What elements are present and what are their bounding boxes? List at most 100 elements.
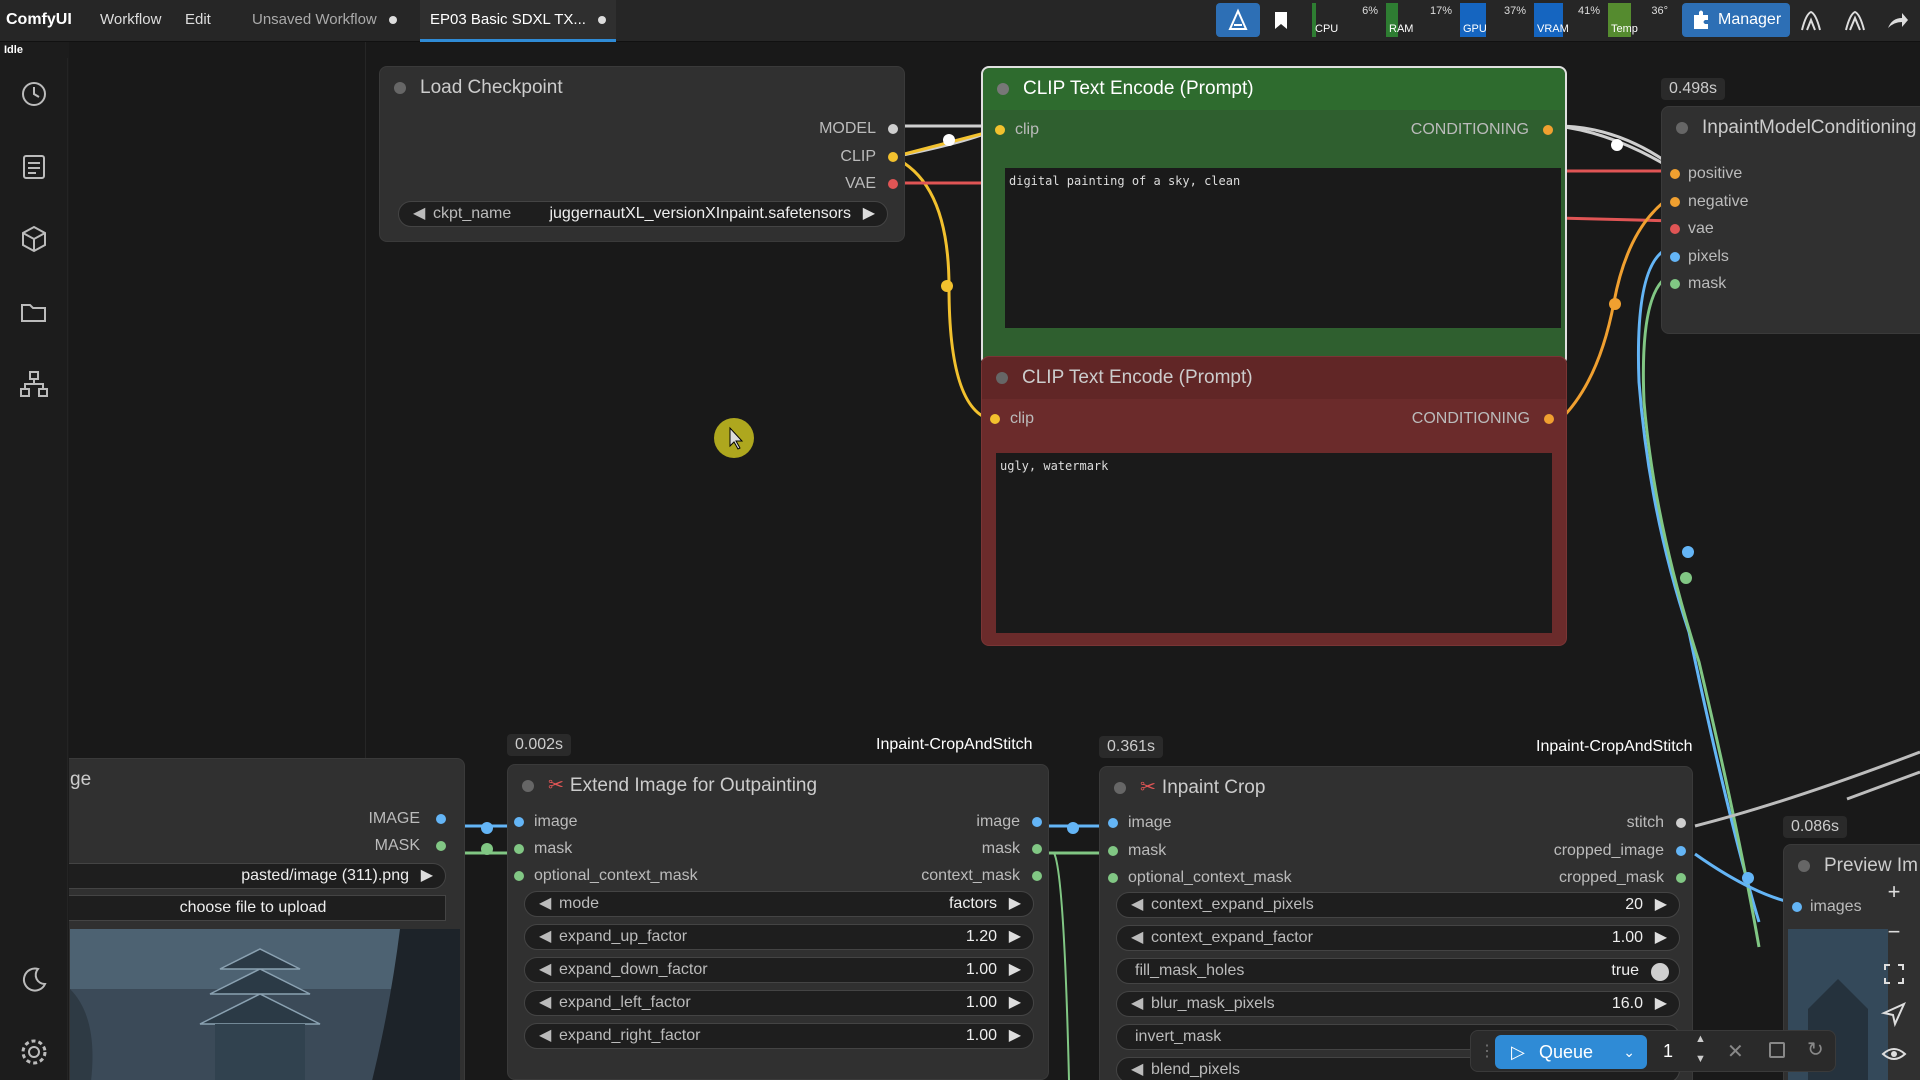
node-clip-negative[interactable]: CLIP Text Encode (Prompt) clip CONDITION… [981,356,1567,646]
input-context-mask-dot[interactable] [514,871,524,881]
tab-ep03-workflow[interactable]: EP03 Basic SDXL TX... [420,0,616,42]
visibility-icon[interactable] [1880,1040,1908,1068]
input-vae-dot[interactable] [1670,224,1680,234]
node-title[interactable]: ✂ Inpaint Crop [1100,767,1692,809]
tab-unsaved-workflow[interactable]: Unsaved Workflow [242,0,407,42]
decrement-icon[interactable]: ▼ [1695,1053,1706,1065]
input-pixels-dot[interactable] [1670,252,1680,262]
arrow-left-icon[interactable]: ◀ [1131,992,1143,1016]
arrow-left-icon[interactable]: ◀ [539,925,551,949]
model-library-icon[interactable] [18,223,50,255]
node-load-checkpoint[interactable]: Load Checkpoint MODEL CLIP VAE ◀ ckpt_na… [379,66,905,242]
output-cropped-mask-dot[interactable] [1676,873,1686,883]
queue-list-icon[interactable] [18,151,50,183]
menu-workflow[interactable]: Workflow [100,0,161,42]
menu-edit[interactable]: Edit [185,0,211,42]
arrow-left-icon[interactable]: ◀ [1131,1058,1143,1080]
bookmark-button[interactable] [1268,3,1294,37]
input-mask-dot[interactable] [1108,846,1118,856]
context-expand-pixels-input[interactable]: ◀ context_expand_pixels 20 ▶ [1116,892,1680,918]
cancel-icon[interactable]: ✕ [1727,1039,1744,1064]
arrow-left-icon[interactable]: ◀ [1131,893,1143,917]
collapse-dot-icon[interactable] [394,82,406,94]
toggle-knob-icon[interactable] [1651,963,1669,981]
zoom-in-icon[interactable]: + [1880,878,1908,906]
workflow-folder-icon[interactable] [18,296,50,328]
stop-icon[interactable] [1769,1042,1785,1058]
drag-handle-icon[interactable]: ⋮ [1479,1041,1495,1061]
expand-up-factor-input[interactable]: ◀ expand_up_factor 1.20 ▶ [524,924,1034,950]
output-conditioning-dot[interactable] [1543,125,1553,135]
prompt-textarea[interactable]: ugly, watermark [996,453,1552,633]
arrow-left-icon[interactable]: ◀ [539,991,551,1015]
collapse-dot-icon[interactable] [1676,122,1688,134]
theme-toggle-icon[interactable] [18,964,50,996]
input-images-dot[interactable] [1792,902,1802,912]
collapse-dot-icon[interactable] [1114,782,1126,794]
output-mask-dot[interactable] [1032,844,1042,854]
mode-selector[interactable]: ◀ mode factors ▶ [524,891,1034,917]
increment-icon[interactable]: ▲ [1695,1033,1706,1045]
node-inpaint-model-conditioning[interactable]: InpaintModelConditioning positive negati… [1661,106,1920,334]
collapse-dot-icon[interactable] [1798,860,1810,872]
manager-button[interactable]: Manager [1682,3,1790,37]
arrow-right-icon[interactable]: ▶ [421,864,433,888]
blur-mask-pixels-input[interactable]: ◀ blur_mask_pixels 16.0 ▶ [1116,991,1680,1017]
model-icon[interactable] [1798,8,1824,34]
arrow-left-icon[interactable]: ◀ [539,958,551,982]
collapse-dot-icon[interactable] [996,372,1008,384]
arrow-left-icon[interactable]: ◀ [1131,926,1143,950]
fill-mask-holes-toggle[interactable]: fill_mask_holes true [1116,958,1680,984]
fit-view-icon[interactable] [1880,960,1908,988]
input-image-dot[interactable] [514,817,524,827]
arrow-right-icon[interactable]: ▶ [1009,1024,1021,1048]
output-stitch-dot[interactable] [1676,818,1686,828]
input-mask-dot[interactable] [1670,279,1680,289]
arrow-right-icon[interactable]: ▶ [1655,926,1667,950]
expand-down-factor-input[interactable]: ◀ expand_down_factor 1.00 ▶ [524,957,1034,983]
input-context-mask-dot[interactable] [1108,873,1118,883]
pan-mode-icon[interactable] [1880,1000,1908,1028]
output-context-mask-dot[interactable] [1032,871,1042,881]
graph-canvas[interactable]: Load Checkpoint MODEL CLIP VAE ◀ ckpt_na… [69,42,1920,1080]
node-title[interactable]: Load Checkpoint [380,67,904,109]
arrow-right-icon[interactable]: ▶ [1009,991,1021,1015]
ckpt-name-selector[interactable]: ◀ ckpt_name juggernautXL_versionXInpaint… [398,201,888,227]
output-cropped-image-dot[interactable] [1676,846,1686,856]
collapse-dot-icon[interactable] [997,83,1009,95]
node-title[interactable]: CLIP Text Encode (Prompt) [982,357,1566,399]
snapshot-button[interactable] [1216,3,1260,37]
node-title[interactable]: ge [69,759,464,801]
settings-icon[interactable] [18,1036,50,1068]
zoom-out-icon[interactable]: − [1880,918,1908,946]
output-vae-dot[interactable] [888,179,898,189]
batch-count[interactable]: 1 [1663,1041,1673,1062]
refresh-icon[interactable]: ↻ [1807,1037,1824,1062]
node-load-image[interactable]: ge IMAGE MASK pasted/image (311).png ▶ c… [69,758,465,1080]
collapse-dot-icon[interactable] [522,780,534,792]
node-title[interactable]: InpaintModelConditioning [1662,107,1920,149]
output-conditioning-dot[interactable] [1544,414,1554,424]
input-clip-dot[interactable] [995,125,1005,135]
context-expand-factor-input[interactable]: ◀ context_expand_factor 1.00 ▶ [1116,925,1680,951]
input-image-dot[interactable] [1108,818,1118,828]
share-icon[interactable] [1884,8,1910,34]
input-mask-dot[interactable] [514,844,524,854]
input-negative-dot[interactable] [1670,197,1680,207]
arrow-left-icon[interactable]: ◀ [539,892,551,916]
history-icon[interactable] [18,78,50,110]
arrow-right-icon[interactable]: ▶ [1655,992,1667,1016]
node-extend-image[interactable]: ✂ Extend Image for Outpainting image mask… [507,764,1049,1080]
output-image-dot[interactable] [436,814,446,824]
output-mask-dot[interactable] [436,841,446,851]
output-image-dot[interactable] [1032,817,1042,827]
arrow-right-icon[interactable]: ▶ [1655,893,1667,917]
upload-button[interactable]: choose file to upload [69,895,446,921]
arrow-right-icon[interactable]: ▶ [1009,925,1021,949]
model-download-icon[interactable] [1842,8,1868,34]
app-logo[interactable]: ComfyUI [6,0,72,42]
node-title[interactable]: CLIP Text Encode (Prompt) [983,68,1565,110]
expand-right-factor-input[interactable]: ◀ expand_right_factor 1.00 ▶ [524,1023,1034,1049]
node-library-icon[interactable] [18,368,50,400]
arrow-right-icon[interactable]: ▶ [1009,892,1021,916]
